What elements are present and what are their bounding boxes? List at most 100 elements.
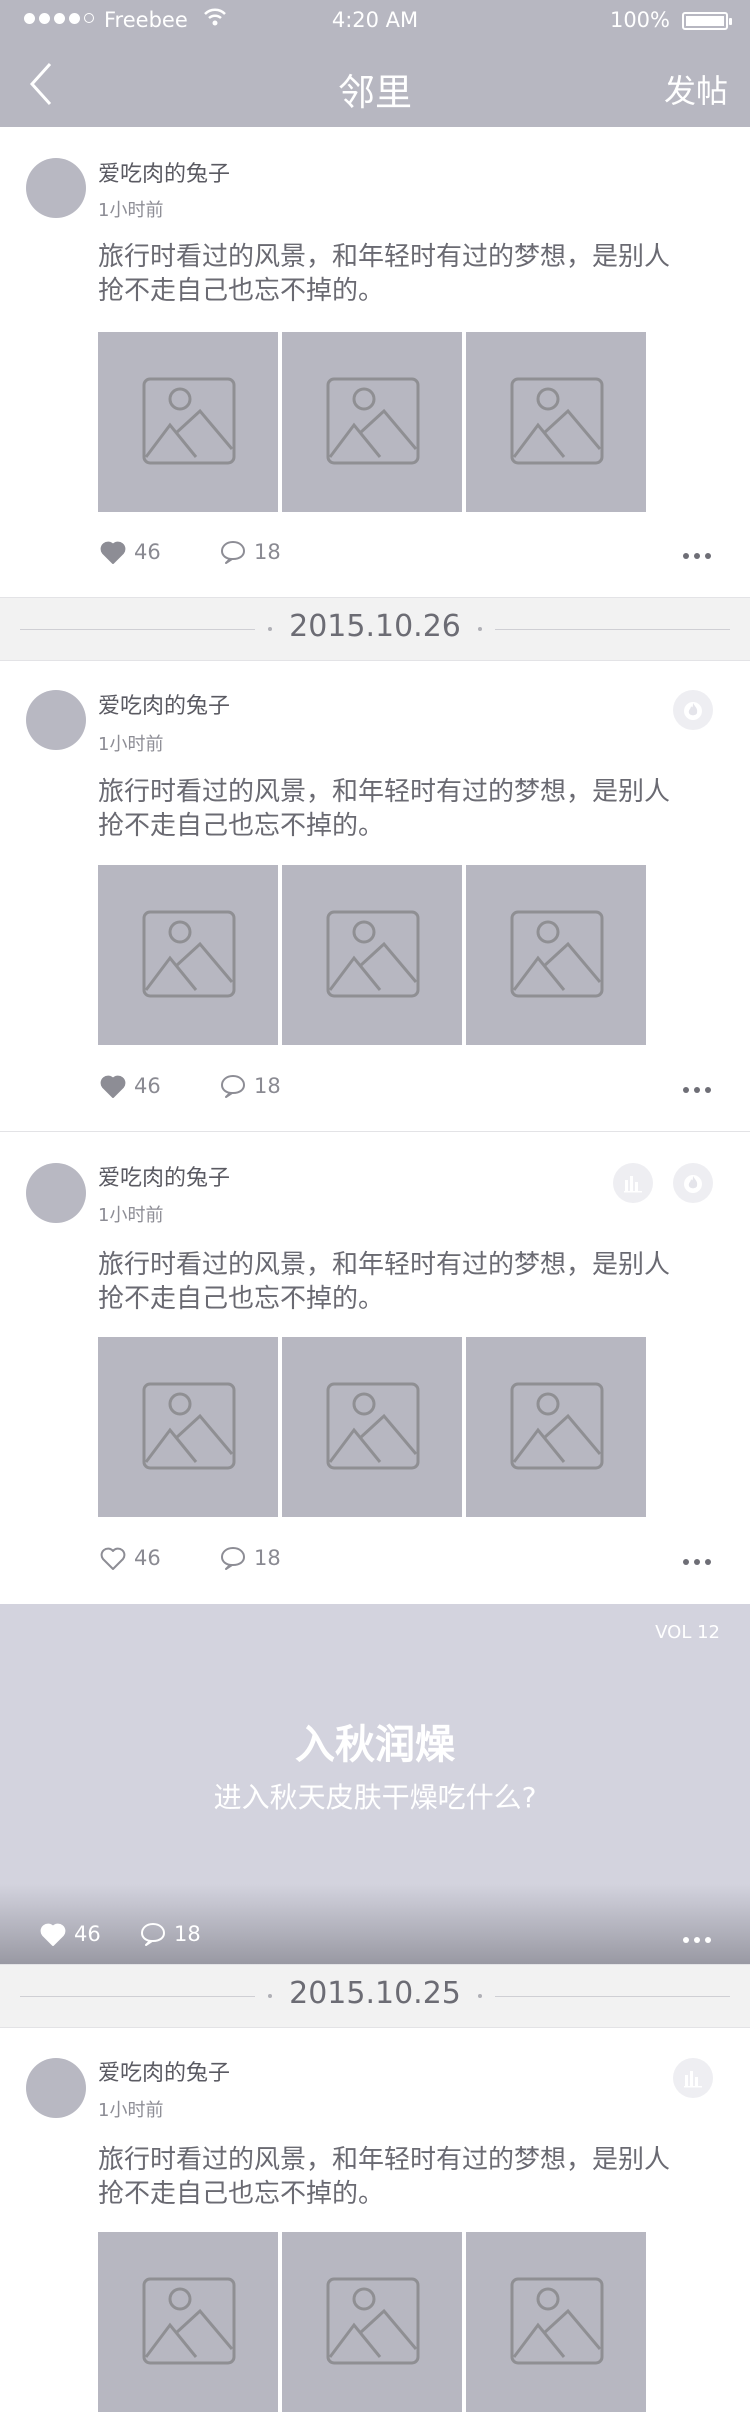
image-placeholder-icon xyxy=(326,1382,420,1470)
avatar[interactable] xyxy=(26,2058,86,2118)
comment-button[interactable]: 18 xyxy=(220,1074,281,1098)
comment-bubble-icon xyxy=(141,1923,165,1946)
status-bar: Freebee 4:20 AM 100% xyxy=(0,0,750,40)
post-time: 1小时前 xyxy=(98,1205,164,1226)
image-placeholder-icon xyxy=(326,377,420,465)
image-placeholder-icon xyxy=(326,910,420,998)
hot-badge xyxy=(673,690,713,730)
date-label: 2015.10.26 xyxy=(289,609,461,644)
chart-badge xyxy=(613,1163,653,1203)
new-post-button[interactable]: 发帖 xyxy=(664,66,728,112)
banner-comment-button[interactable]: 18 xyxy=(140,1922,201,1946)
battery-percent: 100% xyxy=(609,8,670,32)
comment-count: 18 xyxy=(254,1546,281,1570)
image-placeholder-icon xyxy=(142,910,236,998)
like-count: 46 xyxy=(134,1074,161,1098)
post-image[interactable] xyxy=(282,1337,462,1517)
post-username[interactable]: 爱吃肉的兔子 xyxy=(98,156,230,188)
heart-icon xyxy=(100,541,126,564)
like-button[interactable]: 46 xyxy=(100,1074,161,1098)
like-count: 46 xyxy=(134,540,161,564)
bar-chart-icon xyxy=(624,1176,642,1193)
post-image[interactable] xyxy=(98,865,278,1045)
image-placeholder-icon xyxy=(510,910,604,998)
post-text: 旅行时看过的风景，和年轻时有过的梦想，是别人 抢不走自己也忘不掉的。 xyxy=(98,2143,738,2211)
comment-count: 18 xyxy=(174,1922,201,1946)
post-text: 旅行时看过的风景，和年轻时有过的梦想，是别人 抢不走自己也忘不掉的。 xyxy=(98,240,738,308)
heart-icon xyxy=(40,1923,66,1946)
post-text-line: 抢不走自己也忘不掉的。 xyxy=(98,811,385,841)
post-image[interactable] xyxy=(98,2232,278,2412)
topic-banner[interactable]: VOL 12 入秋润燥 进入秋天皮肤干燥吃什么? 46 18 xyxy=(0,1604,750,1964)
divider xyxy=(0,1131,750,1132)
heart-icon xyxy=(100,1075,126,1098)
banner-shade xyxy=(0,1884,750,1964)
comment-button[interactable]: 18 xyxy=(220,540,281,564)
post-image[interactable] xyxy=(466,1337,646,1517)
like-count: 46 xyxy=(134,1546,161,1570)
image-placeholder-icon xyxy=(510,2277,604,2365)
comment-count: 18 xyxy=(254,1074,281,1098)
post-text-line: 抢不走自己也忘不掉的。 xyxy=(98,2179,385,2209)
flame-icon xyxy=(684,702,702,720)
battery-icon xyxy=(682,12,732,30)
post-time: 1小时前 xyxy=(98,200,164,221)
more-dots-icon[interactable] xyxy=(683,1559,711,1565)
comment-count: 18 xyxy=(254,540,281,564)
bar-chart-icon xyxy=(684,2071,702,2088)
comment-bubble-icon xyxy=(221,1547,245,1570)
image-placeholder-icon xyxy=(142,2277,236,2365)
post-username[interactable]: 爱吃肉的兔子 xyxy=(98,688,230,720)
banner-title: 入秋润燥 xyxy=(295,1722,455,1768)
hot-badge xyxy=(673,1163,713,1203)
post-username[interactable]: 爱吃肉的兔子 xyxy=(98,1160,230,1192)
comment-bubble-icon xyxy=(221,1075,245,1098)
image-placeholder-icon xyxy=(142,1382,236,1470)
more-dots-icon[interactable] xyxy=(683,553,711,559)
image-placeholder-icon xyxy=(142,377,236,465)
banner-volume: VOL 12 xyxy=(655,1622,720,1643)
avatar[interactable] xyxy=(26,690,86,750)
top-bar: Freebee 4:20 AM 100% 邻里 发帖 xyxy=(0,0,750,127)
post-text-line: 旅行时看过的风景，和年轻时有过的梦想，是别人 xyxy=(98,1250,671,1280)
chart-badge xyxy=(673,2058,713,2098)
image-placeholder-icon xyxy=(510,1382,604,1470)
post-image[interactable] xyxy=(98,332,278,512)
post-text-line: 抢不走自己也忘不掉的。 xyxy=(98,1284,385,1314)
like-button[interactable]: 46 xyxy=(100,1546,161,1570)
page-title: 邻里 xyxy=(338,71,412,114)
post-image[interactable] xyxy=(466,332,646,512)
more-dots-icon[interactable] xyxy=(683,1937,711,1943)
post-text-line: 旅行时看过的风景，和年轻时有过的梦想，是别人 xyxy=(98,242,671,272)
post-image[interactable] xyxy=(282,332,462,512)
more-dots-icon[interactable] xyxy=(683,1087,711,1093)
post-image[interactable] xyxy=(466,865,646,1045)
post-time: 1小时前 xyxy=(98,734,164,755)
image-placeholder-icon xyxy=(326,2277,420,2365)
post-text-line: 旅行时看过的风景，和年轻时有过的梦想，是别人 xyxy=(98,777,671,807)
date-label: 2015.10.25 xyxy=(289,1976,461,2011)
post-image[interactable] xyxy=(466,2232,646,2412)
post-text: 旅行时看过的风景，和年轻时有过的梦想，是别人 抢不走自己也忘不掉的。 xyxy=(98,1248,738,1316)
heart-icon xyxy=(100,1547,126,1570)
like-count: 46 xyxy=(74,1922,101,1946)
banner-like-button[interactable]: 46 xyxy=(40,1922,101,1946)
comment-bubble-icon xyxy=(221,541,245,564)
date-separator: 2015.10.25 xyxy=(0,1964,750,2028)
post-username[interactable]: 爱吃肉的兔子 xyxy=(98,2055,230,2087)
image-placeholder-icon xyxy=(510,377,604,465)
post-time: 1小时前 xyxy=(98,2100,164,2121)
date-separator: 2015.10.26 xyxy=(0,597,750,661)
avatar[interactable] xyxy=(26,1163,86,1223)
post-text-line: 抢不走自己也忘不掉的。 xyxy=(98,276,385,306)
post-image[interactable] xyxy=(282,2232,462,2412)
comment-button[interactable]: 18 xyxy=(220,1546,281,1570)
flame-icon xyxy=(684,1175,702,1193)
post-text-line: 旅行时看过的风景，和年轻时有过的梦想，是别人 xyxy=(98,2145,671,2175)
avatar[interactable] xyxy=(26,158,86,218)
banner-subtitle: 进入秋天皮肤干燥吃什么? xyxy=(213,1781,537,1814)
like-button[interactable]: 46 xyxy=(100,540,161,564)
post-image[interactable] xyxy=(282,865,462,1045)
post-text: 旅行时看过的风景，和年轻时有过的梦想，是别人 抢不走自己也忘不掉的。 xyxy=(98,775,738,843)
post-image[interactable] xyxy=(98,1337,278,1517)
